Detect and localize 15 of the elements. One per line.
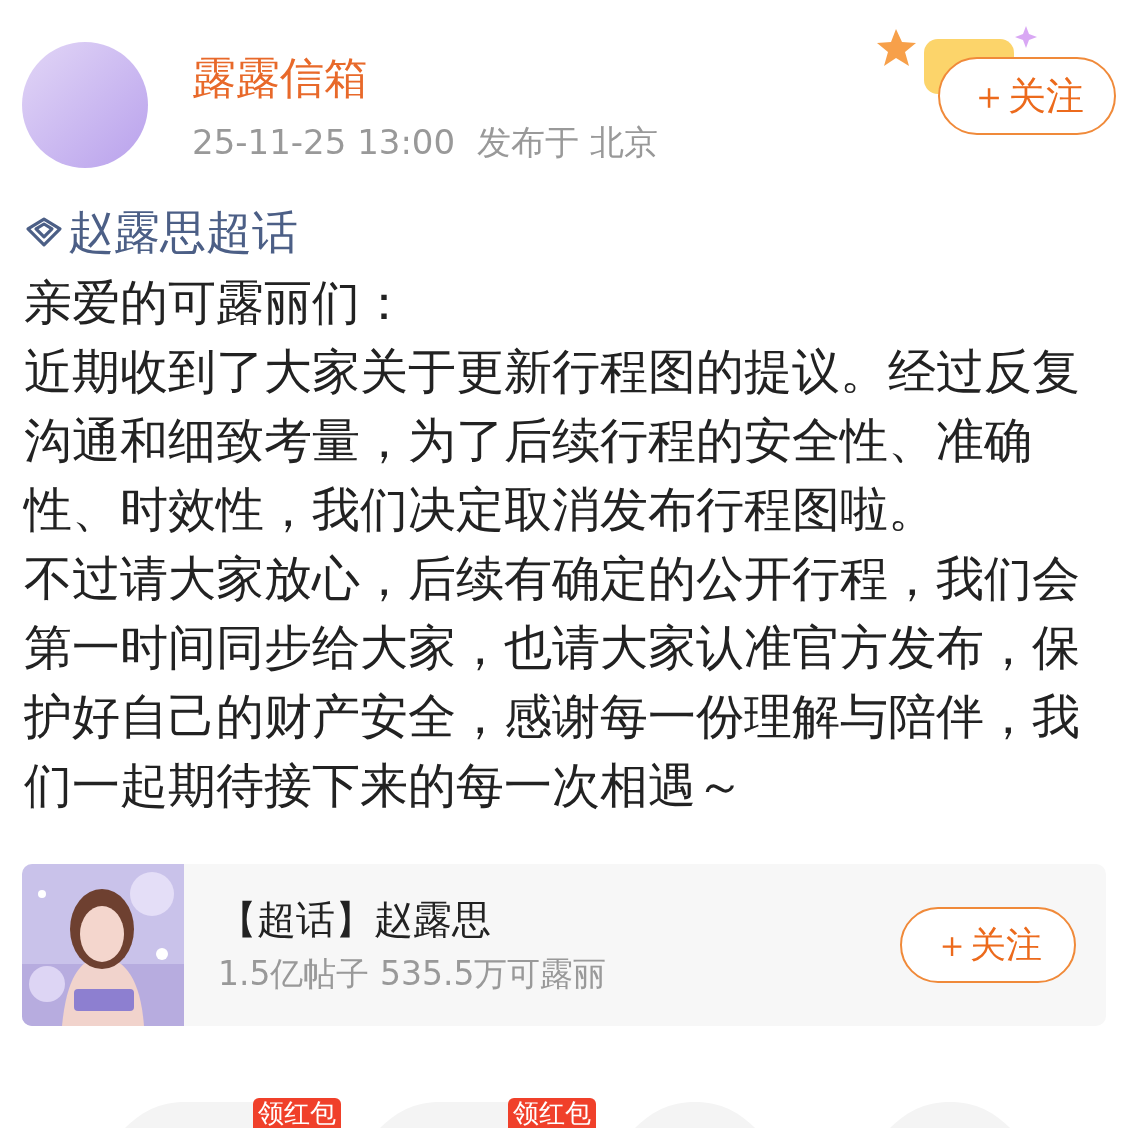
post-paragraph: 近期收到了大家关于更新行程图的提议。经过反复沟通和细致考量，为了后续行程的安全性、准确性、时效性，我们决定取消发布行程图啦。 <box>24 342 1081 539</box>
topic-card[interactable]: 【超话】赵露思 1.5亿帖子 535.5万可露丽 ＋关注 <box>22 864 1106 1026</box>
post-paragraph: 不过请大家放心，后续有确定的公开行程，我们会第一时间同步给大家，也请大家认准官方发布，保护好自己的财产安全，感谢每一份理解与陪伴，我们一起期待接下来的每一次相遇～ <box>24 549 1081 815</box>
topic-card-stats: 1.5亿帖子 535.5万可露丽 <box>218 954 607 994</box>
reward-tag[interactable]: 领红包 <box>253 1098 341 1128</box>
follow-button[interactable]: ＋关注 <box>900 907 1076 983</box>
post-time: 25-11-25 13:00 <box>192 122 456 162</box>
post-location: 发布于 北京 <box>477 122 658 162</box>
author-name[interactable]: 露露信箱 <box>192 52 658 104</box>
follow-button[interactable]: ＋关注 <box>938 57 1116 135</box>
topic-card-title: 【超话】赵露思 <box>218 896 492 944</box>
diamond-icon <box>24 216 64 248</box>
post-paragraph: 亲爱的可露丽们： <box>24 273 409 332</box>
reward-tag[interactable]: 领红包 <box>508 1098 596 1128</box>
topic-link[interactable]: 赵露思超话 <box>68 204 298 260</box>
